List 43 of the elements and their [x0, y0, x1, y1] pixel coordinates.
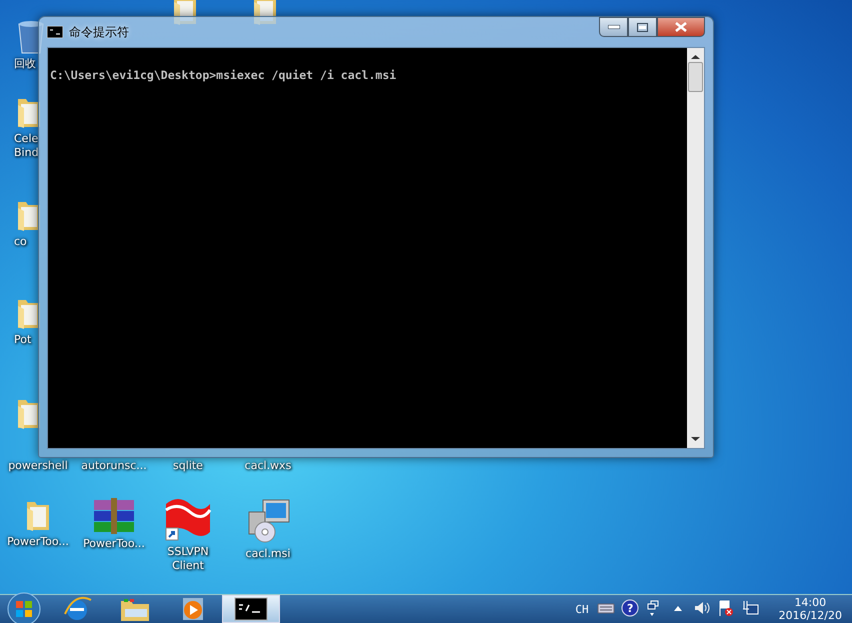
icon-label: cacl.wxs — [244, 459, 292, 473]
icon-label: powershell — [8, 459, 68, 473]
taskbar-button[interactable] — [222, 595, 280, 623]
language-indicator[interactable]: CH — [575, 602, 589, 616]
console-line: C:\Users\evi1cg\Desktop>msiexec /quiet /i cacl.msi — [50, 68, 398, 82]
speaker-icon[interactable] — [694, 602, 710, 614]
close-icon — [675, 22, 687, 32]
clock-time: 14:00 — [794, 596, 826, 609]
scrollbar[interactable] — [687, 48, 704, 448]
flag-error-icon[interactable] — [719, 600, 733, 616]
icon-label: SSLVPN Client — [166, 545, 210, 573]
keyboard-icon[interactable] — [597, 604, 614, 614]
icon-label: co — [14, 235, 28, 249]
flag-shortcut-icon — [164, 498, 212, 542]
maximize-button[interactable] — [628, 17, 657, 37]
help-icon[interactable]: ? — [621, 600, 638, 616]
show-hidden-icons-icon[interactable] — [674, 606, 682, 611]
icon-label: PowerToo... — [83, 537, 145, 551]
clock[interactable]: 14:00 2016/12/20 — [778, 596, 842, 622]
scroll-down-icon[interactable] — [691, 436, 700, 442]
window-title: 命令提示符 — [69, 24, 129, 40]
icon-label: sqlite — [173, 459, 203, 473]
scroll-thumb[interactable] — [688, 62, 703, 92]
icon-label: Cele Bind — [14, 132, 38, 160]
icon-label: PowerToo... — [7, 535, 69, 549]
icon-label: autorunsc... — [81, 459, 147, 473]
start-orb-icon[interactable] — [7, 592, 41, 623]
icon-label: Pot — [14, 333, 32, 347]
minimize-button[interactable] — [599, 17, 628, 37]
icon-label: 回收 — [14, 57, 37, 71]
clock-date: 2016/12/20 — [778, 609, 842, 622]
minimize-icon — [608, 25, 620, 29]
folder-icon[interactable] — [119, 597, 151, 621]
windows-stack-icon[interactable] — [647, 600, 658, 616]
icon-label: cacl.msi — [246, 547, 290, 561]
close-button[interactable] — [657, 17, 705, 37]
terminal-icon — [47, 26, 63, 38]
maximize-icon — [637, 22, 648, 32]
browser-e-icon[interactable] — [62, 596, 92, 622]
network-icon[interactable] — [742, 600, 758, 614]
archive-books-icon — [92, 498, 136, 534]
terminal-icon[interactable] — [234, 597, 268, 621]
scroll-up-icon[interactable] — [691, 54, 700, 60]
